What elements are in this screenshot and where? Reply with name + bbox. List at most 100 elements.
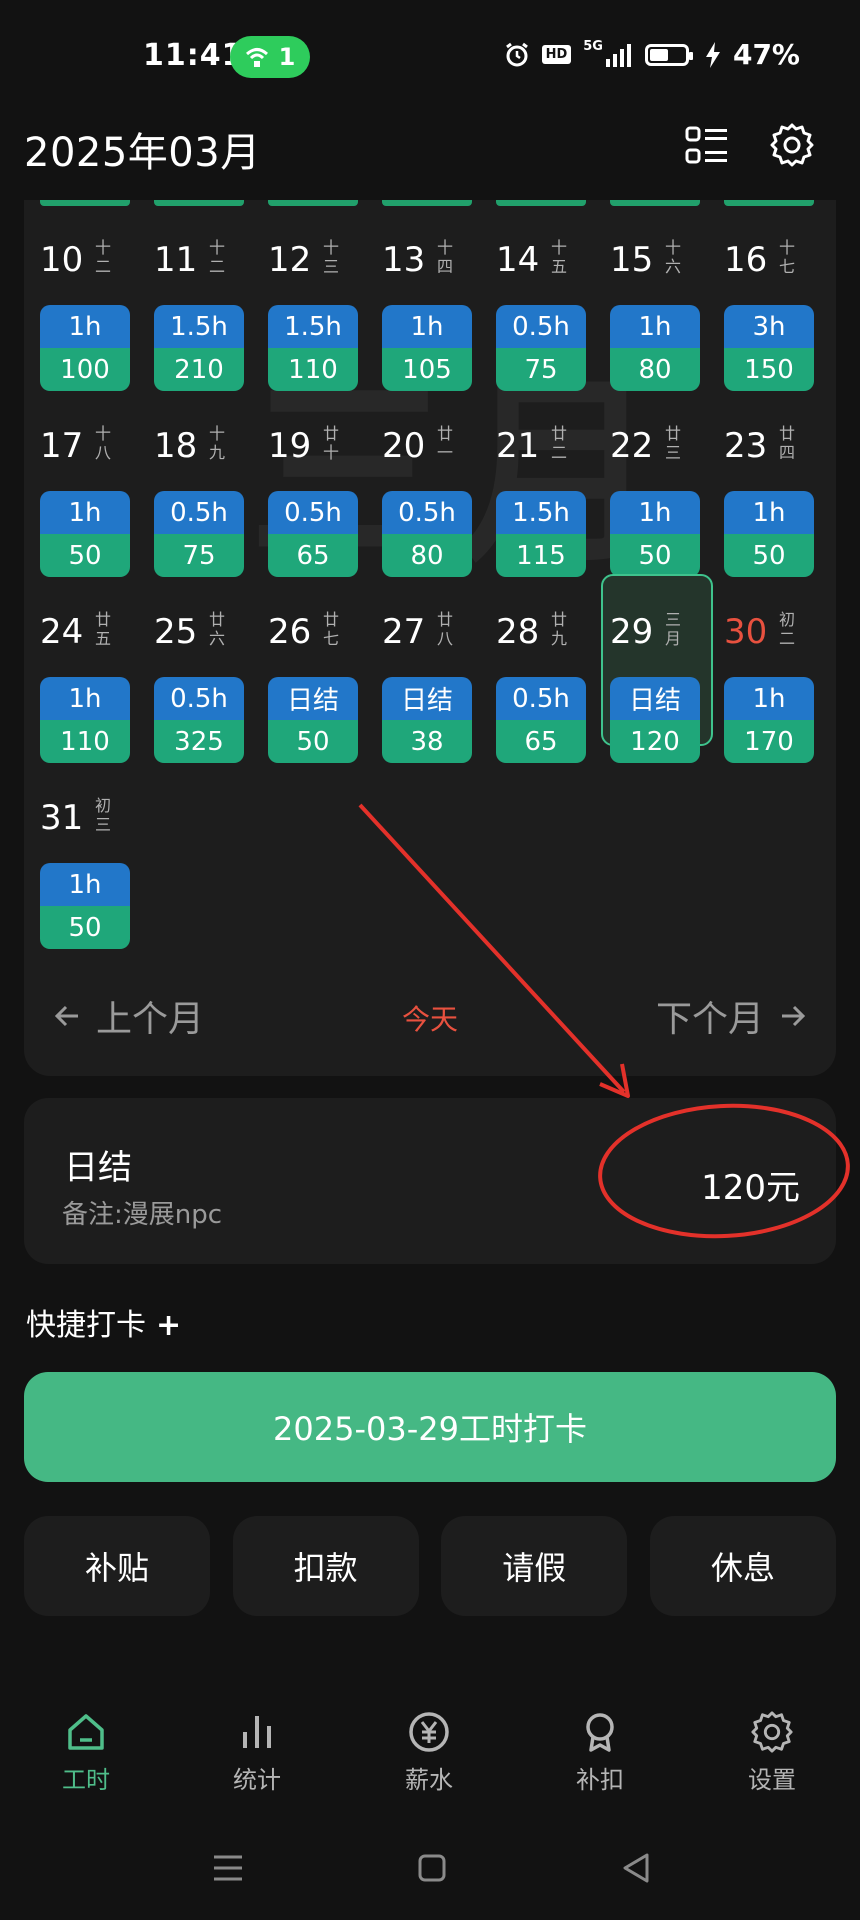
day-hours: 0.5h	[382, 491, 472, 534]
lunar-date: 廿八	[436, 610, 453, 648]
day-record-badge: 1.5h 110	[268, 305, 358, 391]
day-number: 26	[268, 612, 312, 652]
calendar-day[interactable]: 26 廿七日结 50	[252, 572, 366, 763]
day-number: 12	[268, 240, 312, 280]
day-record-badge: 0.5h 75	[496, 305, 586, 391]
lunar-date: 初二	[778, 610, 795, 648]
day-amount: 80	[382, 534, 472, 577]
record-title: 日结	[64, 1148, 132, 1188]
calendar-day[interactable]: 20 廿一 0.5h 80	[366, 386, 480, 577]
calendar-day[interactable]: 22 廿三 1h 50	[594, 386, 708, 577]
deduction-button[interactable]: 扣款	[232, 1516, 419, 1616]
lunar-date: 廿四	[778, 424, 795, 462]
day-hours: 0.5h	[268, 491, 358, 534]
day-number: 16	[724, 240, 768, 280]
day-number: 15	[610, 240, 654, 280]
day-amount: 38	[382, 720, 472, 763]
lunar-date: 十二	[208, 238, 225, 276]
day-record-badge: 1.5h 210	[154, 305, 244, 391]
day-amount: 75	[154, 534, 244, 577]
leave-button[interactable]: 请假	[441, 1516, 628, 1616]
day-number: 28	[496, 612, 540, 652]
calendar-day[interactable]: 12 十三 1.5h 110	[252, 200, 366, 391]
back-triangle-icon[interactable]	[606, 1838, 666, 1898]
signal-icon	[605, 43, 631, 67]
clock-in-button[interactable]: 2025-03-29工时打卡	[24, 1372, 836, 1482]
day-record-badge: 0.5h 75	[154, 491, 244, 577]
tab-salary[interactable]: 薪水	[369, 1710, 489, 1810]
subsidy-button[interactable]: 补贴	[24, 1516, 210, 1616]
day-hours: 1.5h	[154, 305, 244, 348]
wifi-hotspot-icon	[245, 48, 268, 67]
day-amount: 80	[610, 348, 700, 391]
day-amount: 170	[724, 720, 814, 763]
day-record-badge: 1h 80	[610, 305, 700, 391]
calendar-day[interactable]: 18 十九 0.5h 75	[138, 386, 252, 577]
day-number: 30	[724, 612, 768, 652]
day-hours: 1h	[724, 677, 814, 720]
day-number: 25	[154, 612, 198, 652]
gear-icon	[751, 1711, 793, 1753]
calendar-day[interactable]: 24 廿五 1h 110	[24, 572, 138, 763]
calendar-day[interactable]: 30 初二 1h 170	[708, 572, 822, 763]
tab-label: 补扣	[576, 1766, 624, 1794]
day-hours: 1h	[724, 491, 814, 534]
lunar-date: 廿九	[550, 610, 567, 648]
lunar-date: 廿一	[436, 424, 453, 462]
calendar-day[interactable]: 10 十二 1h 100	[24, 200, 138, 391]
calendar-day[interactable]: 15 十六 1h 80	[594, 200, 708, 391]
day-amount: 75	[496, 348, 586, 391]
list-icon[interactable]	[680, 118, 734, 172]
day-number: 19	[268, 426, 312, 466]
rest-button[interactable]: 休息	[649, 1516, 836, 1616]
home-square-icon[interactable]	[402, 1838, 462, 1898]
network-label: 5G	[583, 39, 603, 54]
day-hours: 1h	[382, 305, 472, 348]
day-number: 29	[610, 612, 654, 652]
quick-clockin[interactable]: 快捷打卡 +	[26, 1300, 181, 1344]
settings-gear-icon[interactable]	[765, 118, 819, 172]
tab-settings[interactable]: 设置	[712, 1710, 832, 1810]
today-button[interactable]: 今天	[402, 998, 458, 1038]
calendar-day[interactable]: 17 十八 1h 50	[24, 386, 138, 577]
day-amount: 50	[610, 534, 700, 577]
calendar-day[interactable]: 29 三月日结 120	[594, 572, 713, 763]
record-amount: 120元	[701, 1168, 800, 1208]
lunar-date: 廿六	[208, 610, 225, 648]
calendar-day[interactable]: 16 十七 3h 150	[708, 200, 822, 391]
calendar-day[interactable]: 14 十五 0.5h 75	[480, 200, 594, 391]
calendar-day[interactable]: 11 十二 1.5h 210	[138, 200, 252, 391]
battery-icon	[644, 43, 693, 66]
day-amount: 110	[40, 720, 130, 763]
arrow-right-icon	[782, 1005, 806, 1027]
charging-icon	[705, 41, 720, 68]
tab-bonus-deduction[interactable]: 补扣	[540, 1710, 660, 1810]
calendar-day[interactable]: 19 廿十 0.5h 65	[252, 386, 366, 577]
prev-month-button[interactable]: 上个月	[54, 990, 204, 1042]
calendar-day[interactable]: 31 初三 1h 50	[24, 758, 138, 949]
page-title[interactable]: 2025年03月	[24, 120, 261, 178]
day-record-badge: 1h 100	[40, 305, 130, 391]
calendar-day[interactable]: 25 廿六 0.5h 325	[138, 572, 252, 763]
tab-worktime[interactable]: 工时	[26, 1710, 146, 1810]
tab-label: 工时	[62, 1766, 110, 1794]
day-record-badge: 0.5h 80	[382, 491, 472, 577]
lunar-date: 初三	[94, 796, 111, 834]
menu-icon[interactable]	[198, 1838, 258, 1898]
calendar-day[interactable]: 27 廿八日结 38	[366, 572, 480, 763]
day-hours: 1.5h	[268, 305, 358, 348]
next-month-button[interactable]: 下个月	[656, 990, 806, 1042]
calendar-day[interactable]: 23 廿四 1h 50	[708, 386, 822, 577]
tab-stats[interactable]: 统计	[197, 1710, 317, 1810]
medal-icon	[586, 1713, 614, 1752]
yen-icon	[409, 1712, 449, 1752]
day-number: 13	[382, 240, 426, 280]
calendar-day[interactable]: 28 廿九 0.5h 65	[480, 572, 594, 763]
calendar-day[interactable]: 13 十四 1h 105	[366, 200, 480, 391]
record-card[interactable]: 日结 备注:漫展npc 120元	[24, 1098, 836, 1264]
day-amount: 50	[40, 906, 130, 949]
lunar-date: 十九	[208, 424, 225, 462]
alarm-icon	[505, 42, 528, 66]
calendar-day[interactable]: 21 廿二 1.5h 115	[480, 386, 594, 577]
tab-label: 设置	[748, 1766, 796, 1794]
